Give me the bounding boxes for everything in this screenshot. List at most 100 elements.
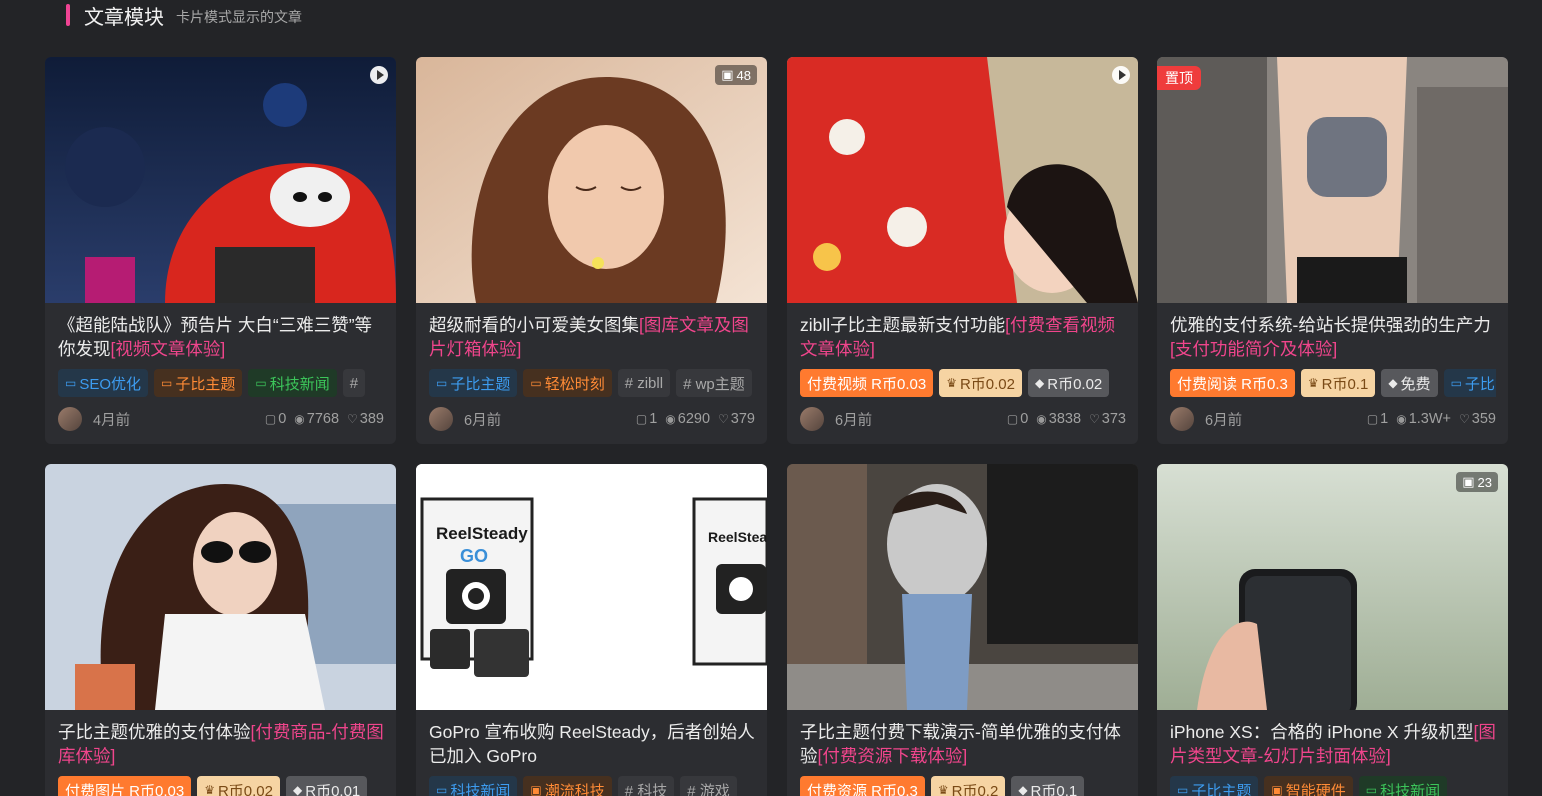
image-count-badge: ▣ 48 [715, 65, 757, 85]
article-card[interactable]: ▣ 48 超级耐看的小可爱美女图集[图库文章及图片灯箱体验] ▭ 子比主题 ▭ 轻松时… [416, 57, 767, 444]
crown-icon: ♛ [937, 783, 949, 796]
thumb-up-icon: ♡ [1459, 412, 1470, 426]
card-thumbnail[interactable] [787, 57, 1138, 303]
tag[interactable]: ▭ 科技新闻 [429, 776, 518, 796]
comment-count: ▢ 0 [264, 411, 287, 427]
post-time: 4月前 [93, 412, 131, 429]
paid-price-tag[interactable]: 付费阅读 R币0.3 [1170, 369, 1295, 397]
card-thumbnail[interactable]: ▣ 48 [416, 57, 767, 303]
vip-price-tag[interactable]: ♛ R币0.02 [939, 369, 1022, 397]
article-card[interactable]: 子比主题优雅的支付体验[付费商品-付费图库体验] 付费图片 R币0.03 ♛ R币… [45, 464, 396, 796]
card-title[interactable]: 优雅的支付系统-给站长提供强劲的生产力[支付功能简介及体验] [1170, 313, 1496, 361]
tag-list: ▭ 子比主题 ▭ 轻松时刻 # zibll # wp主题 [429, 369, 755, 397]
avatar[interactable] [1170, 407, 1194, 431]
vip-price-tag[interactable]: ♛ R币0.2 [930, 776, 1006, 796]
vip-price-tag[interactable]: ♛ R币0.02 [197, 776, 280, 796]
diamond-icon: ◆ [293, 783, 303, 796]
vip-price-tag[interactable]: ◆ R币0.1 [1011, 776, 1085, 796]
comment-icon: ▢ [635, 412, 648, 426]
card-thumbnail[interactable]: ▣ 23 [1157, 464, 1508, 710]
card-thumbnail[interactable]: 置顶 [1157, 57, 1508, 303]
tag[interactable]: ▭ 子比主题 [429, 369, 518, 397]
tag[interactable]: ▣ 潮流科技 [523, 776, 612, 796]
folder-icon: ▭ [436, 376, 448, 390]
thumbnail-image: ReelSteady GO ReelStea [416, 464, 767, 710]
paid-price-tag[interactable]: 付费视频 R币0.03 [800, 369, 934, 397]
avatar[interactable] [429, 407, 453, 431]
tag[interactable]: ▭ 科技新闻 [248, 369, 337, 397]
card-title[interactable]: iPhone XS：合格的 iPhone X 升级机型[图片类型文章-幻灯片封面… [1170, 720, 1496, 768]
card-thumbnail[interactable] [45, 57, 396, 303]
article-card[interactable]: ▣ 23 iPhone XS：合格的 iPhone X 升级机型[图片类型文章-幻… [1157, 464, 1508, 796]
card-thumbnail[interactable] [787, 464, 1138, 710]
diamond-icon: ◆ [1018, 783, 1028, 796]
article-card[interactable]: 置顶 优雅的支付系统-给站长提供强劲的生产力[支付功能简介及体验] 付费阅读 R… [1157, 57, 1508, 444]
article-card[interactable]: ReelSteady GO ReelStea GoPro 宣布收购 ReelSt… [416, 464, 767, 796]
tag[interactable]: # wp主题 [676, 369, 752, 397]
card-thumbnail[interactable]: ReelSteady GO ReelStea [416, 464, 767, 710]
tag[interactable]: ▭ 科技新闻 [1358, 776, 1448, 796]
vip-price-tag[interactable]: ◆ 免费 [1381, 369, 1438, 397]
thumbnail-image [787, 57, 1138, 303]
card-thumbnail[interactable] [45, 464, 396, 710]
image-icon: ▣ [1462, 474, 1475, 489]
avatar[interactable] [58, 407, 82, 431]
tag[interactable]: # 游戏 [680, 776, 737, 796]
like-count[interactable]: ♡ 379 [718, 411, 755, 427]
vip-price-tag[interactable]: ◆ R币0.02 [1028, 369, 1110, 397]
card-title[interactable]: 子比主题付费下载演示-简单优雅的支付体验[付费资源下载体验] [800, 720, 1126, 768]
thumb-up-icon: ♡ [347, 412, 358, 426]
card-title[interactable]: 子比主题优雅的支付体验[付费商品-付费图库体验] [58, 720, 384, 768]
tag[interactable]: # zibll [617, 369, 671, 397]
like-count[interactable]: ♡ 359 [1459, 411, 1496, 427]
folder-icon: ▭ [1365, 783, 1378, 796]
box-icon: ▣ [1271, 783, 1283, 796]
card-title[interactable]: 超级耐看的小可爱美女图集[图库文章及图片灯箱体验] [429, 313, 755, 361]
crown-icon: ♛ [1307, 376, 1319, 390]
crown-icon: ♛ [204, 783, 215, 796]
card-title[interactable]: GoPro 宣布收购 ReelSteady，后者创始人已加入 GoPro [429, 720, 755, 768]
product-box-title: ReelStea [708, 529, 767, 545]
thumbnail-image [1157, 464, 1508, 710]
card-meta: 4月前 ▢ 0 ◉ 7768 ♡ 389 [58, 403, 384, 435]
like-count[interactable]: ♡ 389 [347, 411, 384, 427]
article-card[interactable]: 《超能陆战队》预告片 大白“三难三赞”等你发现[视频文章体验] ▭ SEO优化 ▭… [45, 57, 396, 444]
vip-price-tag[interactable]: ◆ R币0.01 [286, 776, 368, 796]
eye-icon: ◉ [665, 412, 676, 426]
image-count-badge: ▣ 23 [1456, 472, 1498, 492]
section-title: 文章模块 [84, 6, 164, 29]
folder-icon: ▭ [530, 376, 542, 390]
avatar[interactable] [800, 407, 824, 431]
card-meta: 6月前 ▢ 1 ◉ 6290 ♡ 379 [429, 403, 755, 435]
paid-price-tag[interactable]: 付费资源 R币0.3 [800, 776, 925, 796]
paid-price-tag[interactable]: 付费图片 R币0.03 [58, 776, 192, 796]
thumbnail-image [45, 57, 396, 303]
post-time: 6月前 [464, 412, 502, 429]
card-title[interactable]: zibll子比主题最新支付功能[付费查看视频文章体验] [800, 313, 1126, 361]
tag[interactable]: # [342, 369, 366, 397]
post-time: 6月前 [835, 412, 873, 429]
card-title[interactable]: 《超能陆战队》预告片 大白“三难三赞”等你发现[视频文章体验] [58, 313, 384, 361]
play-icon [1112, 66, 1130, 84]
tag-list: 付费资源 R币0.3 ♛ R币0.2 ◆ R币0.1 [800, 776, 1126, 796]
view-count: ◉ 1.3W+ [1396, 411, 1452, 427]
tag[interactable]: ▭ 子比主题 [1170, 776, 1259, 796]
tag[interactable]: ▭ 子比主题 [154, 369, 243, 397]
product-box-title: ReelSteady [436, 524, 528, 543]
tag[interactable]: ▭ 子比 [1443, 369, 1496, 397]
folder-icon: ▭ [161, 376, 173, 390]
tag[interactable]: ▣ 智能硬件 [1264, 776, 1353, 796]
folder-icon: ▭ [1450, 376, 1462, 390]
like-count[interactable]: ♡ 373 [1089, 411, 1126, 427]
tag-list: 付费视频 R币0.03 ♛ R币0.02 ◆ R币0.02 [800, 369, 1126, 397]
vip-price-tag[interactable]: ♛ R币0.1 [1300, 369, 1376, 397]
article-card[interactable]: zibll子比主题最新支付功能[付费查看视频文章体验] 付费视频 R币0.03 … [787, 57, 1138, 444]
thumbnail-image [45, 464, 396, 710]
tag[interactable]: ▭ SEO优化 [58, 369, 149, 397]
folder-icon: ▭ [255, 376, 267, 390]
tag[interactable]: ▭ 轻松时刻 [523, 369, 612, 397]
tag[interactable]: # 科技 [617, 776, 675, 796]
folder-icon: ▭ [1177, 783, 1189, 796]
article-card[interactable]: 子比主题付费下载演示-简单优雅的支付体验[付费资源下载体验] 付费资源 R币0.… [787, 464, 1138, 796]
eye-icon: ◉ [294, 412, 305, 426]
